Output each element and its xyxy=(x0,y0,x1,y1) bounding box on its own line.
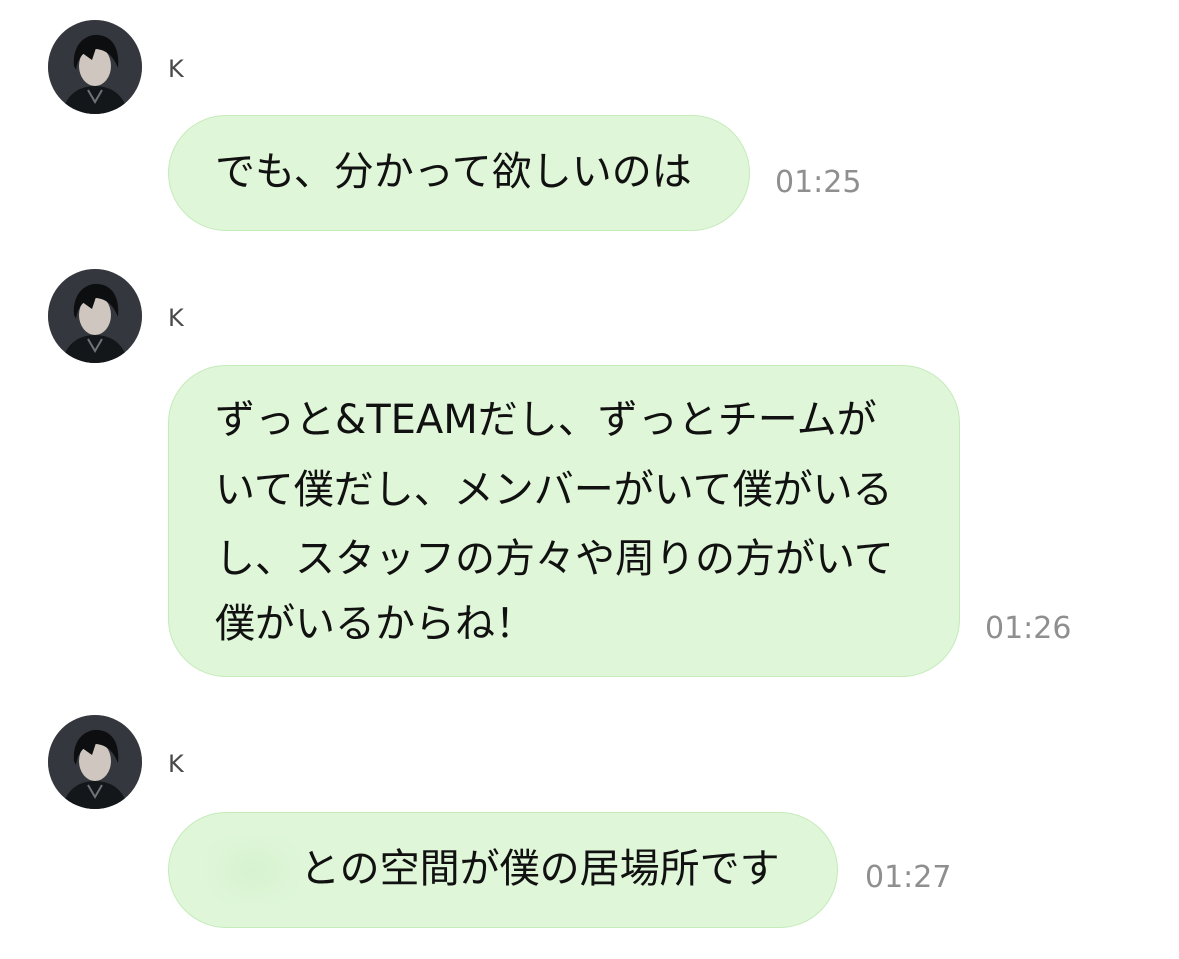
message-text-line: いて僕だし、メンバーがいて僕がいる xyxy=(215,467,893,513)
profile-photo-avatar-icon xyxy=(48,20,142,114)
redacted-region xyxy=(207,835,299,905)
message-text: でも、分かって欲しいのは xyxy=(215,149,692,195)
avatar[interactable] xyxy=(48,269,142,363)
sender-name: K xyxy=(168,55,184,83)
message-bubble[interactable]: ずっと&TEAMだし、ずっとチームが いて僕だし、メンバーがいて僕がいる し、ス… xyxy=(168,365,960,677)
profile-photo-avatar-icon xyxy=(48,269,142,363)
message-bubble[interactable]: との空間が僕の居場所です xyxy=(168,812,838,928)
message-text-line: 僕がいるからね！ xyxy=(215,601,535,647)
message-text: との空間が僕の居場所です xyxy=(300,846,780,892)
profile-photo-avatar-icon xyxy=(48,715,142,809)
avatar[interactable] xyxy=(48,715,142,809)
sender-name: K xyxy=(168,304,184,332)
message-time: 01:25 xyxy=(775,165,862,200)
avatar[interactable] xyxy=(48,20,142,114)
message-text-line: し、スタッフの方々や周りの方がいて xyxy=(215,536,894,582)
sender-name: K xyxy=(168,750,184,778)
message-time: 01:26 xyxy=(985,611,1072,646)
message-bubble[interactable]: でも、分かって欲しいのは xyxy=(168,115,750,231)
message-time: 01:27 xyxy=(865,860,952,895)
message-text-line: ずっと&TEAMだし、ずっとチームが xyxy=(215,397,877,443)
